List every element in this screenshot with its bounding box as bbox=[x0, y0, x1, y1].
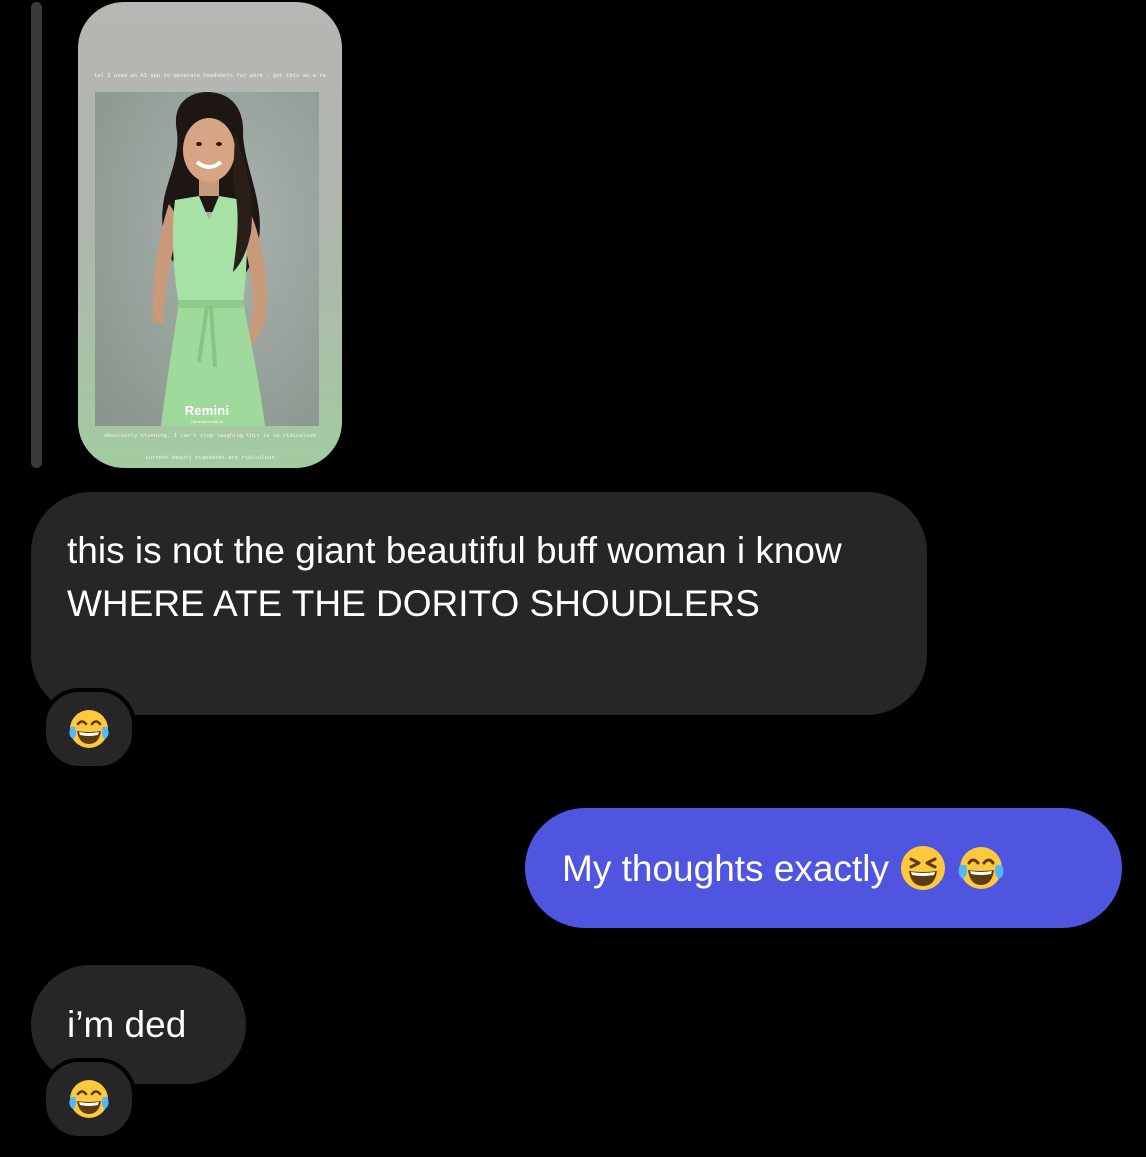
remini-watermark-subtitle: Generated with AI bbox=[191, 419, 223, 424]
reaction-badge[interactable] bbox=[42, 688, 136, 770]
message-text: this is not the giant beautiful buff wom… bbox=[67, 530, 842, 624]
story-photo: Remini Generated with AI bbox=[95, 92, 319, 426]
portrait-illustration bbox=[152, 92, 267, 426]
story-caption-middle: absolutely stunning. I can't stop laughi… bbox=[104, 433, 316, 439]
shared-story-card[interactable]: lol I used an AI app to generate headsho… bbox=[78, 2, 342, 468]
story-caption-bottom: current beauty standards are ridiculous bbox=[145, 455, 275, 461]
story-caption-top: lol I used an AI app to generate headsho… bbox=[94, 73, 326, 79]
remini-watermark: Remini bbox=[184, 403, 230, 418]
message-bubble-received[interactable]: this is not the giant beautiful buff wom… bbox=[31, 492, 927, 715]
face-with-tears-of-joy-icon bbox=[69, 710, 109, 748]
message-bubble-sent[interactable]: My thoughts exactly bbox=[525, 808, 1122, 928]
reply-indicator-bar bbox=[31, 2, 42, 468]
message-text: My thoughts exactly bbox=[562, 847, 889, 889]
face-with-tears-of-joy-icon bbox=[957, 844, 1005, 892]
message-text: i’m ded bbox=[67, 1004, 187, 1045]
grinning-squinting-face-icon bbox=[899, 844, 947, 892]
reaction-badge[interactable] bbox=[42, 1058, 136, 1140]
face-with-tears-of-joy-icon bbox=[69, 1080, 109, 1118]
